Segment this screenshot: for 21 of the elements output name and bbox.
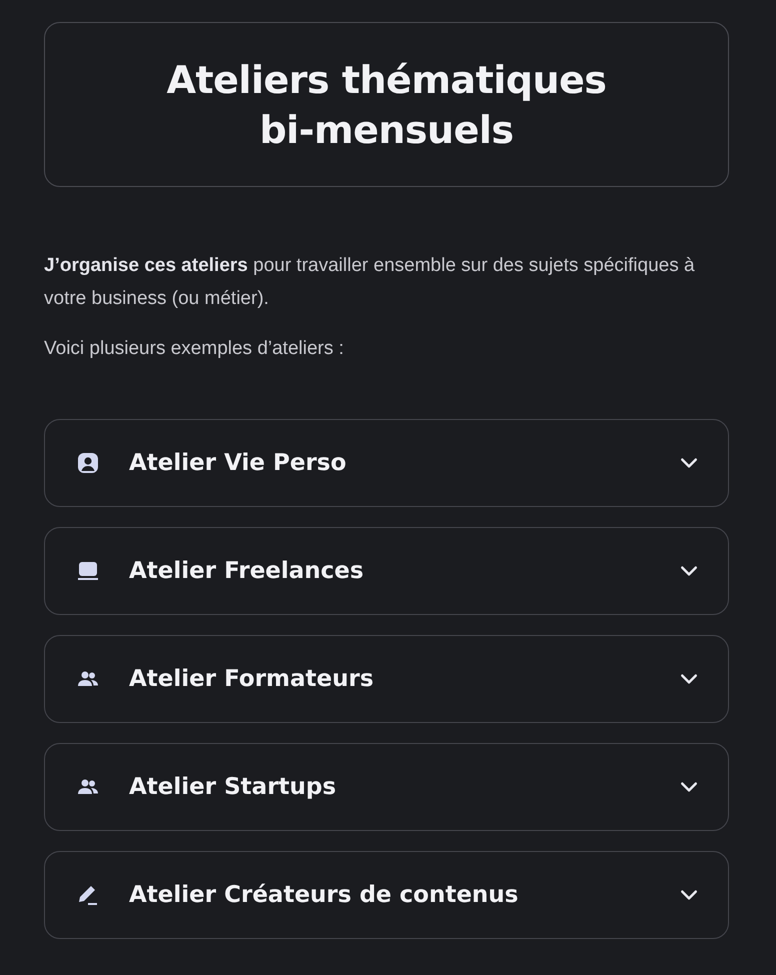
laptop-icon: [76, 559, 100, 583]
accordion-label: Atelier Freelances: [129, 558, 365, 584]
accordion-label: Atelier Startups: [129, 774, 338, 800]
page-title: Ateliers thématiques bi-mensuels: [166, 56, 608, 154]
accordion-label: Atelier Créateurs de contenus: [129, 882, 520, 908]
accordion-label: Atelier Vie Perso: [129, 450, 348, 476]
accordion-label: Atelier Formateurs: [129, 666, 375, 692]
accordion-item[interactable]: Atelier Startups: [44, 743, 729, 831]
accordion-item[interactable]: Atelier Freelances: [44, 527, 729, 615]
chevron-icon: [680, 673, 698, 685]
chevron-icon: [680, 457, 698, 469]
accordion-item[interactable]: Atelier Vie Perso: [44, 419, 729, 507]
intro-paragraph: J’organise ces ateliers pour travailler ensemble sur des sujets spécifiques à votre business (ou métier).: [44, 254, 696, 311]
chevron-icon: [680, 781, 698, 793]
chevron-icon: [680, 565, 698, 577]
accordion-item[interactable]: Atelier Créateurs de contenus: [44, 851, 729, 939]
accordion-item[interactable]: Atelier Formateurs: [44, 635, 729, 723]
intro-paragraph: Voici plusieurs exemples d’ateliers :: [44, 337, 345, 361]
chevron-icon: [680, 889, 698, 901]
pencil-icon: [76, 883, 100, 907]
person-icon: [76, 451, 100, 475]
